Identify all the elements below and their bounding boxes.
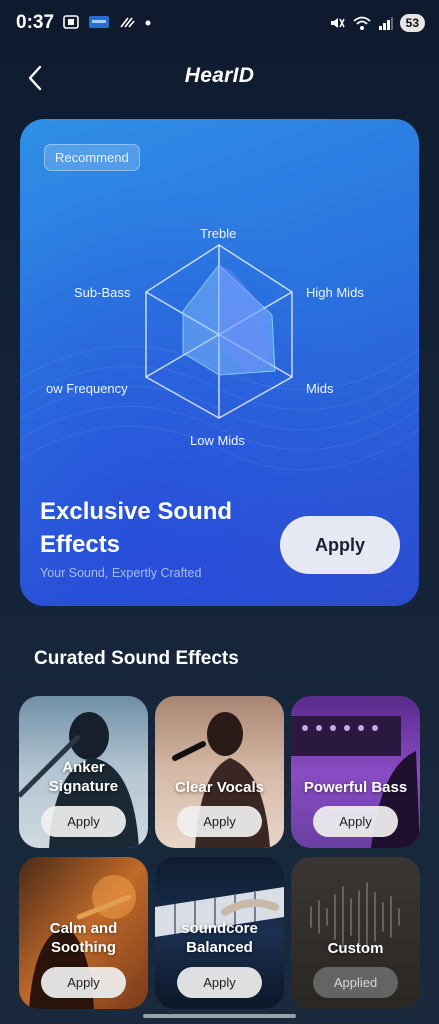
tile-applied-button[interactable]: Applied <box>313 967 398 998</box>
battery-level: 53 <box>399 14 425 32</box>
tile-apply-button[interactable]: Apply <box>41 806 126 837</box>
tile-label: Clear Vocals <box>175 779 264 796</box>
tile-label: Calm and Soothing <box>49 920 118 956</box>
app-notification-icon <box>89 16 109 28</box>
preset-tile-soundcore-balanced[interactable]: soundcore Balanced Apply <box>155 857 284 1009</box>
status-system-icons: 53 <box>328 14 425 32</box>
preset-tile-powerful-bass[interactable]: Powerful Bass Apply <box>291 696 420 848</box>
screenshot-icon <box>63 15 79 29</box>
signal-icon <box>378 17 393 30</box>
preset-tile-clear-vocals[interactable]: Clear Vocals Apply <box>155 696 284 848</box>
preset-tile-anker-signature[interactable]: Anker Signature Apply <box>19 696 148 848</box>
radar-label-low-frequency: ow Frequency <box>46 381 128 396</box>
radar-label-high-mids: High Mids <box>306 285 364 300</box>
tile-apply-button[interactable]: Apply <box>41 967 126 998</box>
hero-title: Exclusive Sound Effects <box>40 498 233 558</box>
radar-label-sub-bass: Sub-Bass <box>74 285 131 300</box>
dot-icon <box>145 20 151 26</box>
section-title: Curated Sound Effects <box>34 648 239 669</box>
exclusive-sound-card: Recommend Treble High Mids Mids Low Mids… <box>20 119 419 606</box>
tile-apply-button[interactable]: Apply <box>177 806 262 837</box>
tile-label: Anker Signature <box>48 759 119 795</box>
tile-label: Custom <box>327 940 384 957</box>
tile-apply-button[interactable]: Apply <box>313 806 398 837</box>
radar-label-treble: Treble <box>200 226 237 241</box>
status-notification-icons <box>62 14 152 30</box>
preset-tile-calm-and-soothing[interactable]: Calm and Soothing Apply <box>19 857 148 1009</box>
tile-apply-button[interactable]: Apply <box>177 967 262 998</box>
status-time: 0:37 <box>16 12 55 33</box>
tile-label: soundcore Balanced <box>181 920 258 956</box>
home-indicator[interactable] <box>143 1014 296 1018</box>
exclusive-apply-button[interactable]: Apply <box>280 516 400 574</box>
hero-subtitle: Your Sound, Expertly Crafted <box>40 566 202 580</box>
header: HearID <box>0 56 439 100</box>
tile-label: Powerful Bass <box>303 779 408 796</box>
radar-label-low-mids: Low Mids <box>190 433 245 448</box>
mute-icon <box>330 18 345 28</box>
wifi-icon <box>353 16 371 30</box>
status-bar: 0:37 53 <box>0 0 439 48</box>
preset-tile-custom[interactable]: Custom Applied <box>291 857 420 1009</box>
radar-label-mids: Mids <box>306 381 334 396</box>
page-title: HearID <box>184 64 255 87</box>
tool-notification-icon <box>120 17 135 28</box>
